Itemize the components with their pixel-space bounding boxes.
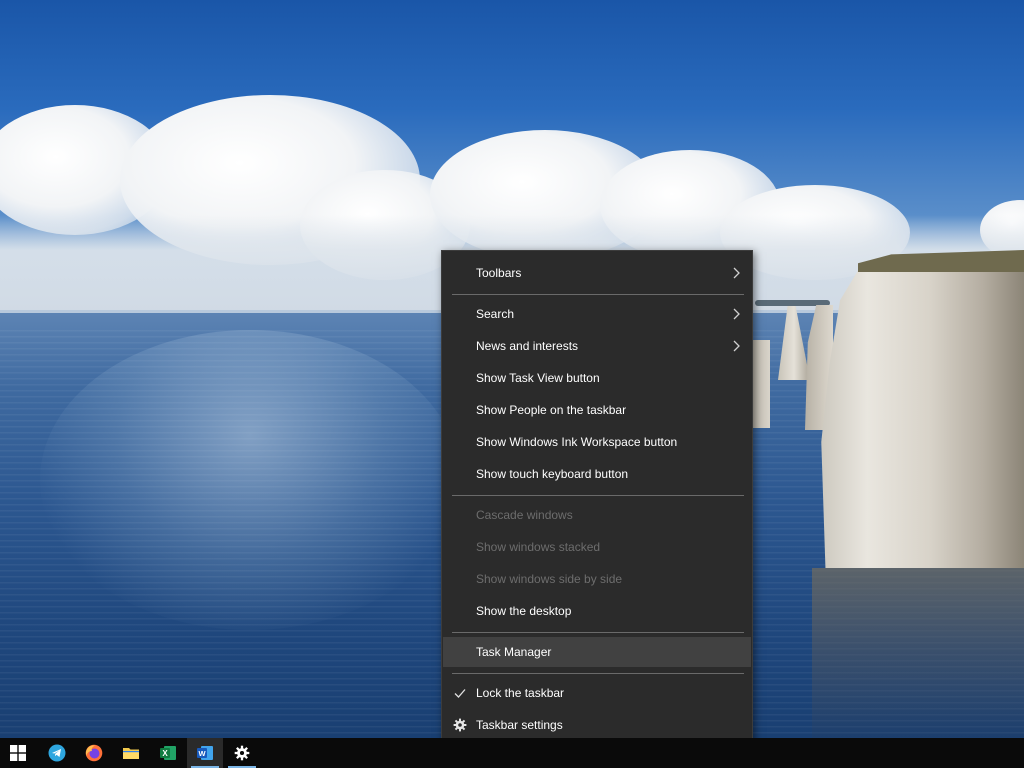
taskbar-context-menu: Toolbars Search News and interests Show … <box>441 250 753 748</box>
chevron-right-icon <box>733 267 740 279</box>
menu-item-task-manager[interactable]: Task Manager <box>443 637 751 667</box>
taskbar-app-telegram[interactable] <box>39 738 75 768</box>
menu-item-label: Search <box>476 307 515 321</box>
menu-item-show-windows-stacked: Show windows stacked <box>443 532 751 562</box>
wallpaper-sea-stack <box>752 340 770 428</box>
menu-separator <box>452 673 744 674</box>
menu-item-label: Show windows stacked <box>476 540 601 554</box>
taskbar-app-word[interactable]: W <box>187 738 223 768</box>
firefox-icon <box>85 744 103 762</box>
menu-item-label: Cascade windows <box>476 508 573 522</box>
menu-item-show-windows-ink-workspace-button[interactable]: Show Windows Ink Workspace button <box>443 427 751 457</box>
menu-item-label: Taskbar settings <box>476 718 563 732</box>
folder-icon <box>123 748 139 759</box>
checkmark-icon <box>454 689 466 698</box>
wallpaper-cliff <box>821 253 1024 568</box>
menu-separator <box>452 632 744 633</box>
chevron-right-icon <box>733 340 740 352</box>
taskbar-app-settings[interactable] <box>224 738 260 768</box>
taskbar-app-firefox[interactable] <box>76 738 112 768</box>
menu-item-search[interactable]: Search <box>443 299 751 329</box>
menu-item-label: News and interests <box>476 339 579 353</box>
menu-item-taskbar-settings[interactable]: Taskbar settings <box>443 710 751 740</box>
menu-item-label: Show People on the taskbar <box>476 403 627 417</box>
menu-item-label: Task Manager <box>476 645 552 659</box>
gear-icon <box>234 745 250 761</box>
menu-separator <box>452 294 744 295</box>
taskbar-app-file-explorer[interactable] <box>113 738 149 768</box>
menu-item-news-and-interests[interactable]: News and interests <box>443 331 751 361</box>
menu-item-show-the-desktop[interactable]: Show the desktop <box>443 596 751 626</box>
taskbar: X W <box>0 738 1024 768</box>
menu-item-label: Toolbars <box>476 266 522 280</box>
menu-item-show-touch-keyboard-button[interactable]: Show touch keyboard button <box>443 459 751 489</box>
word-icon-letter: W <box>198 749 206 758</box>
wallpaper-cliff-reflection <box>812 568 1024 738</box>
menu-item-label: Show Task View button <box>476 371 600 385</box>
menu-item-show-windows-side-by-side: Show windows side by side <box>443 564 751 594</box>
taskbar-app-excel[interactable]: X <box>150 738 186 768</box>
menu-item-show-people-on-taskbar[interactable]: Show People on the taskbar <box>443 395 751 425</box>
telegram-icon <box>48 744 66 762</box>
menu-item-label: Show touch keyboard button <box>476 467 629 481</box>
start-button[interactable] <box>0 738 36 768</box>
menu-item-label: Show Windows Ink Workspace button <box>476 435 678 449</box>
windows-logo-icon <box>10 745 26 761</box>
menu-item-toolbars[interactable]: Toolbars <box>443 258 751 288</box>
menu-item-lock-the-taskbar[interactable]: Lock the taskbar <box>443 678 751 708</box>
excel-icon-letter: X <box>162 749 168 758</box>
menu-item-show-task-view-button[interactable]: Show Task View button <box>443 363 751 393</box>
menu-item-label: Lock the taskbar <box>476 686 565 700</box>
menu-item-label: Show the desktop <box>476 604 572 618</box>
chevron-right-icon <box>733 308 740 320</box>
excel-icon: X <box>160 746 176 760</box>
menu-item-label: Show windows side by side <box>476 572 623 586</box>
gear-icon <box>453 718 467 732</box>
menu-separator <box>452 495 744 496</box>
menu-item-cascade-windows: Cascade windows <box>443 500 751 530</box>
word-icon: W <box>197 746 213 760</box>
